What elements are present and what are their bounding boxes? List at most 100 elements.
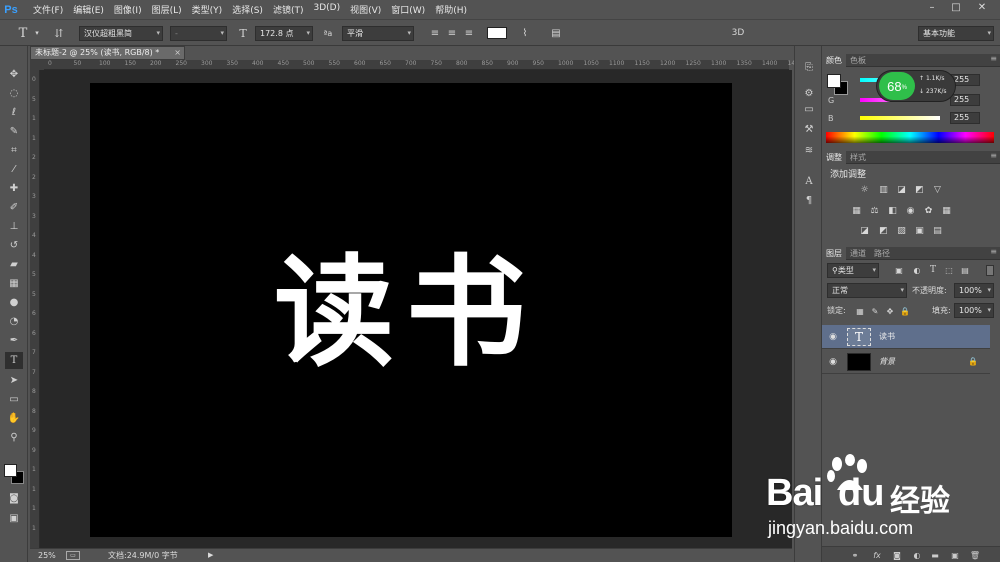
align-right-icon[interactable]: ≡ — [462, 26, 476, 40]
pen-tool-icon[interactable]: ✒ — [5, 332, 23, 349]
menu-item[interactable]: 编辑(E) — [68, 3, 109, 16]
warp-text-icon[interactable]: ⌇ — [518, 26, 532, 40]
lasso-tool-icon[interactable]: ℓ — [5, 104, 23, 121]
filter-smart-icon[interactable]: ▤ — [958, 263, 972, 277]
screen-mode-icon[interactable]: ▣ — [5, 510, 23, 527]
history-panel-icon[interactable]: ⎘ — [801, 60, 817, 74]
hand-tool-icon[interactable]: ✋ — [5, 410, 23, 427]
fill-field[interactable]: 100% ▾ — [954, 303, 994, 318]
menu-item[interactable]: 窗口(W) — [386, 3, 430, 16]
text-color-swatch[interactable] — [487, 27, 507, 39]
layer-row-text[interactable]: ◉ T 读书 — [822, 325, 990, 349]
clone-stamp-icon[interactable]: ⊥ — [5, 218, 23, 235]
layer-name[interactable]: 读书 — [879, 331, 895, 342]
lock-position-icon[interactable]: ✥ — [883, 304, 897, 318]
healing-brush-icon[interactable]: ✚ — [5, 180, 23, 197]
layer-row-background[interactable]: ◉ 背景 🔒 — [822, 350, 990, 374]
new-layer-icon[interactable]: ▣ — [948, 549, 962, 561]
hue-saturation-icon[interactable]: ▦ — [850, 205, 863, 217]
zoom-level[interactable]: 25% — [38, 549, 56, 562]
tab-channels[interactable]: 通道 — [846, 247, 870, 260]
quick-mask-icon[interactable]: ◙ — [5, 490, 23, 507]
align-left-icon[interactable]: ≡ — [428, 26, 442, 40]
new-group-icon[interactable]: ▬ — [928, 549, 942, 561]
layer-name[interactable]: 背景 — [879, 356, 895, 367]
add-mask-icon[interactable]: ◙ — [890, 549, 904, 561]
text-tool-preset-icon[interactable]: T — [16, 26, 30, 41]
blur-tool-icon[interactable]: ● — [5, 294, 23, 311]
minimize-button[interactable]: – — [922, 0, 942, 14]
canvas-text-layer[interactable]: 读书 — [274, 215, 538, 389]
menu-item[interactable]: 图像(I) — [109, 3, 147, 16]
restore-button[interactable]: □ — [946, 0, 966, 14]
menu-item[interactable]: 文件(F) — [28, 3, 68, 16]
font-family-select[interactable]: 汉仪超粗黑简 ▾ — [79, 26, 163, 41]
tab-styles[interactable]: 样式 — [846, 151, 870, 164]
font-size-field[interactable]: 172.8 点 ▾ — [255, 26, 313, 41]
eyedropper-tool-icon[interactable]: ⁄ — [5, 161, 23, 178]
tab-color[interactable]: 颜色 — [822, 53, 846, 67]
brightness-icon[interactable]: ☼ — [858, 184, 871, 196]
panel-menu-icon[interactable]: ≡ — [990, 151, 997, 160]
character-panel-icon[interactable]: ▤ — [549, 26, 563, 40]
black-white-icon[interactable]: ◧ — [886, 205, 899, 217]
tab-layers[interactable]: 图层 — [822, 246, 846, 260]
move-tool-icon[interactable]: ✥ — [5, 66, 23, 83]
brush-panel-icon[interactable]: ⚒ — [801, 122, 817, 136]
color-fg-swatch[interactable] — [827, 74, 841, 88]
character-panel-icon[interactable]: A — [801, 174, 817, 188]
document-canvas[interactable]: 读书 — [90, 83, 732, 537]
channel-mixer-icon[interactable]: ✿ — [922, 205, 935, 217]
paragraph-panel-icon[interactable]: ¶ — [801, 193, 817, 207]
crop-tool-icon[interactable]: ⌗ — [5, 142, 23, 159]
text-orientation-icon[interactable]: ⇵ — [52, 26, 66, 40]
green-value[interactable]: 255 — [950, 94, 980, 106]
document-tab[interactable]: 未标题-2 @ 25% (读书, RGB/8) * × — [30, 46, 185, 60]
properties-panel-icon[interactable]: ⚙ — [801, 86, 817, 100]
panel-menu-icon[interactable]: ≡ — [990, 54, 997, 63]
brush-tool-icon[interactable]: ✐ — [5, 199, 23, 216]
link-layers-icon[interactable]: ⚭ — [848, 549, 862, 561]
filter-shape-icon[interactable]: ⬚ — [942, 263, 956, 277]
blue-value[interactable]: 255 — [950, 112, 980, 124]
shape-tool-icon[interactable]: ▭ — [5, 391, 23, 408]
quick-select-tool-icon[interactable]: ✎ — [5, 123, 23, 140]
filter-adjust-icon[interactable]: ◐ — [910, 263, 924, 277]
tab-swatches[interactable]: 色板 — [846, 54, 870, 67]
workspace-select[interactable]: 基本功能 ▾ — [918, 26, 994, 41]
close-icon[interactable]: × — [174, 47, 181, 59]
threshold-icon[interactable]: ▨ — [895, 225, 908, 237]
lock-pixels-icon[interactable]: ✎ — [868, 304, 882, 318]
menu-item[interactable]: 3D(D) — [308, 3, 345, 16]
vibrance-icon[interactable]: ▽ — [931, 184, 944, 196]
status-icon[interactable]: ▭ — [66, 551, 80, 560]
levels-icon[interactable]: ▥ — [877, 184, 890, 196]
invert-icon[interactable]: ◪ — [858, 225, 871, 237]
delete-layer-icon[interactable]: 🗑 — [968, 549, 982, 561]
gradient-tool-icon[interactable]: ▦ — [5, 275, 23, 292]
brush-presets-icon[interactable]: ≋ — [801, 143, 817, 157]
zoom-tool-icon[interactable]: ⚲ — [5, 429, 23, 446]
menu-item[interactable]: 类型(Y) — [187, 3, 228, 16]
lock-transparency-icon[interactable]: ▦ — [853, 304, 867, 318]
menu-item[interactable]: 帮助(H) — [430, 3, 472, 16]
path-select-icon[interactable]: ➤ — [5, 372, 23, 389]
menu-item[interactable]: 视图(V) — [345, 3, 386, 16]
3d-label[interactable]: 3D — [728, 26, 748, 40]
gradient-map-icon[interactable]: ▤ — [931, 225, 944, 237]
history-brush-icon[interactable]: ↺ — [5, 237, 23, 254]
canvas-workspace[interactable]: 读书 — [40, 70, 792, 548]
chevron-down-icon[interactable]: ▾ — [30, 26, 44, 40]
curves-icon[interactable]: ◪ — [895, 184, 908, 196]
exposure-icon[interactable]: ◩ — [913, 184, 926, 196]
lock-all-icon[interactable]: 🔒 — [898, 304, 912, 318]
net-speed-widget[interactable]: 68% ↑ 1.1K/s ↓ 237K/s — [876, 70, 956, 102]
layer-filter-select[interactable]: ⚲类型 ▾ — [827, 263, 879, 278]
tab-adjustments[interactable]: 调整 — [822, 150, 846, 164]
menu-item[interactable]: 选择(S) — [227, 3, 268, 16]
filter-type-icon[interactable]: T — [926, 263, 940, 277]
selective-color-icon[interactable]: ▣ — [913, 225, 926, 237]
eye-icon[interactable]: ◉ — [826, 332, 840, 342]
font-style-select[interactable]: - ▾ — [170, 26, 227, 41]
close-button[interactable]: ✕ — [972, 0, 992, 14]
